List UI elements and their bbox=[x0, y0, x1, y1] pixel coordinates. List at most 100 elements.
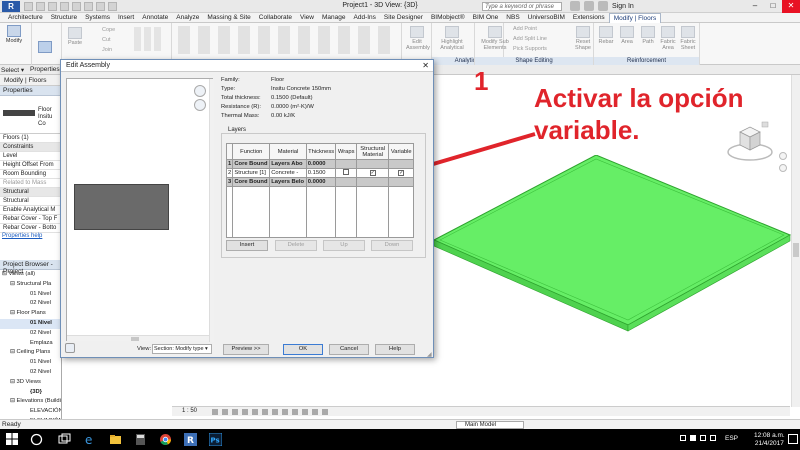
measure-icon[interactable] bbox=[84, 2, 93, 11]
analytical-model-icon[interactable] bbox=[312, 409, 318, 415]
property-row[interactable]: Height Offset From bbox=[0, 161, 61, 170]
photoshop-icon[interactable]: Ps bbox=[209, 433, 222, 446]
type-properties-button[interactable] bbox=[38, 41, 52, 54]
task-view-icon[interactable] bbox=[58, 433, 71, 446]
browser-tree-item[interactable]: 01 Nivel bbox=[0, 358, 61, 368]
tab-universobim[interactable]: UniversoBIM bbox=[524, 13, 569, 23]
user-icon[interactable] bbox=[598, 1, 608, 11]
browser-tree-item[interactable]: Emplaza bbox=[0, 339, 61, 349]
properties-toggle[interactable]: Properties bbox=[30, 66, 60, 73]
volume-icon[interactable] bbox=[700, 435, 706, 441]
select-dropdown[interactable]: Select ▾ bbox=[1, 66, 24, 74]
browser-tree-item[interactable]: ⊟ Ceiling Plans bbox=[0, 348, 61, 358]
tab-add-ins[interactable]: Add-Ins bbox=[350, 13, 380, 23]
undo-icon[interactable] bbox=[48, 2, 57, 11]
highlight-displacement-icon[interactable] bbox=[322, 409, 328, 415]
open-icon[interactable] bbox=[24, 2, 33, 11]
path-button[interactable]: Path bbox=[638, 26, 658, 45]
zoom-icon[interactable] bbox=[194, 99, 206, 111]
layer-thickness[interactable]: 0.1500 bbox=[305, 168, 337, 178]
notifications-icon[interactable] bbox=[788, 434, 798, 444]
sun-path-icon[interactable] bbox=[232, 409, 238, 415]
layer-material[interactable]: Layers Abo bbox=[269, 159, 307, 169]
property-section[interactable]: Structural bbox=[0, 188, 61, 197]
property-row[interactable]: Enable Analytical M bbox=[0, 206, 61, 215]
viewcube-icon[interactable] bbox=[726, 120, 774, 164]
tab-modify-floors[interactable]: Modify | Floors bbox=[608, 12, 662, 23]
view-scale[interactable]: 1 : 50 bbox=[182, 408, 197, 414]
layer-function[interactable]: Core Bound bbox=[232, 159, 271, 169]
layer-variable[interactable]: ✓ bbox=[388, 168, 414, 178]
edge-browser-icon[interactable]: e bbox=[84, 433, 97, 446]
browser-tree-item[interactable]: ⊟ Views (all) bbox=[0, 270, 61, 280]
crop-icon[interactable] bbox=[262, 409, 268, 415]
redo-icon[interactable] bbox=[60, 2, 69, 11]
show-crop-icon[interactable] bbox=[272, 409, 278, 415]
visual-style-icon[interactable] bbox=[222, 409, 228, 415]
tab-structure[interactable]: Structure bbox=[47, 13, 81, 23]
layer-structural-material[interactable]: ✓ bbox=[355, 168, 390, 178]
preview-horizontal-scrollbar[interactable] bbox=[67, 335, 209, 341]
property-row[interactable]: Level bbox=[0, 152, 61, 161]
instance-count[interactable]: Floors (1) bbox=[0, 134, 61, 143]
insert-button[interactable]: Insert bbox=[226, 240, 268, 251]
property-row[interactable]: Room Bounding bbox=[0, 170, 61, 179]
tab-insert[interactable]: Insert bbox=[114, 13, 138, 23]
vertical-scrollbar[interactable] bbox=[791, 75, 800, 407]
type-selector[interactable]: Floor Insitu Co bbox=[0, 96, 61, 134]
lock-view-icon[interactable] bbox=[282, 409, 288, 415]
add-split-line-button[interactable]: Add Split Line bbox=[513, 36, 547, 42]
preview-button[interactable]: Preview >> bbox=[223, 344, 269, 355]
view-select[interactable]: Section: Modify type ▾ bbox=[152, 344, 212, 354]
active-workset-select[interactable]: Main Model bbox=[456, 421, 524, 429]
tab-manage[interactable]: Manage bbox=[318, 13, 350, 23]
render-icon[interactable] bbox=[252, 409, 258, 415]
join-button[interactable]: Join bbox=[102, 47, 112, 53]
property-row[interactable]: Structural bbox=[0, 197, 61, 206]
add-point-button[interactable]: Add Point bbox=[513, 26, 537, 32]
tab-systems[interactable]: Systems bbox=[81, 13, 114, 23]
browser-tree-item[interactable]: ⊟ Elevations (Building Elevation) bbox=[0, 397, 61, 407]
file-explorer-icon[interactable] bbox=[109, 433, 122, 446]
browser-tree-item[interactable]: 02 Nivel bbox=[0, 299, 61, 309]
revit-taskbar-icon[interactable]: R bbox=[184, 433, 197, 446]
chrome-icon[interactable] bbox=[159, 433, 172, 446]
layer-function[interactable]: Core Bound bbox=[232, 177, 271, 187]
rebar-button[interactable]: Rebar bbox=[596, 26, 616, 45]
layer-thickness[interactable]: 0.0000 bbox=[305, 159, 337, 169]
modify-toolset-icons[interactable] bbox=[178, 26, 393, 54]
network-icon[interactable] bbox=[690, 435, 696, 441]
save-icon[interactable] bbox=[36, 2, 45, 11]
tab-collaborate[interactable]: Collaborate bbox=[255, 13, 296, 23]
modify-button[interactable]: Modify bbox=[2, 25, 26, 55]
preview-scroll-thumb[interactable] bbox=[131, 337, 139, 341]
minimize-icon[interactable]: – bbox=[746, 0, 764, 13]
browser-tree-item[interactable]: 01 Nivel bbox=[0, 318, 61, 329]
browser-tree-item[interactable]: 01 Nivel bbox=[0, 290, 61, 300]
layer-row[interactable]: 1 Core Bound Layers Abo 0.0000 bbox=[225, 159, 414, 169]
property-row[interactable]: Related to Mass bbox=[0, 179, 61, 188]
cut-button[interactable]: Cut bbox=[102, 37, 111, 43]
fabric-area-button[interactable]: Fabric Area bbox=[658, 26, 678, 51]
property-row[interactable]: Rebar Cover - Botto bbox=[0, 224, 61, 233]
modify-tools-icon[interactable] bbox=[134, 27, 164, 51]
binoculars-icon[interactable] bbox=[570, 1, 580, 11]
modify-sub-elements-button[interactable]: Modify Sub Elements bbox=[481, 26, 509, 51]
layer-row[interactable]: 2 Structure [1] Concrete - 0.1500 ✓ ✓ bbox=[225, 168, 414, 178]
fabric-sheet-button[interactable]: Fabric Sheet bbox=[678, 26, 698, 51]
full-navigation-wheel-icon[interactable] bbox=[779, 152, 787, 160]
tab-massing-site[interactable]: Massing & Site bbox=[203, 13, 254, 23]
shadows-icon[interactable] bbox=[242, 409, 248, 415]
detail-level-icon[interactable] bbox=[212, 409, 218, 415]
browser-tree-item[interactable]: ⊟ Structural Pla bbox=[0, 280, 61, 290]
tab-nbs[interactable]: NBS bbox=[502, 13, 523, 23]
tab-analyze[interactable]: Analyze bbox=[172, 13, 203, 23]
resize-grip-icon[interactable]: ◢ bbox=[427, 351, 433, 358]
text-icon[interactable] bbox=[96, 2, 105, 11]
tab-bimobject[interactable]: BIMobject® bbox=[427, 13, 469, 23]
temporary-hide-icon[interactable] bbox=[292, 409, 298, 415]
layer-wraps[interactable] bbox=[335, 168, 357, 178]
reveal-hidden-icon[interactable] bbox=[302, 409, 308, 415]
revit-logo-icon[interactable]: R bbox=[2, 1, 20, 12]
wraps-checkbox[interactable] bbox=[343, 169, 350, 175]
